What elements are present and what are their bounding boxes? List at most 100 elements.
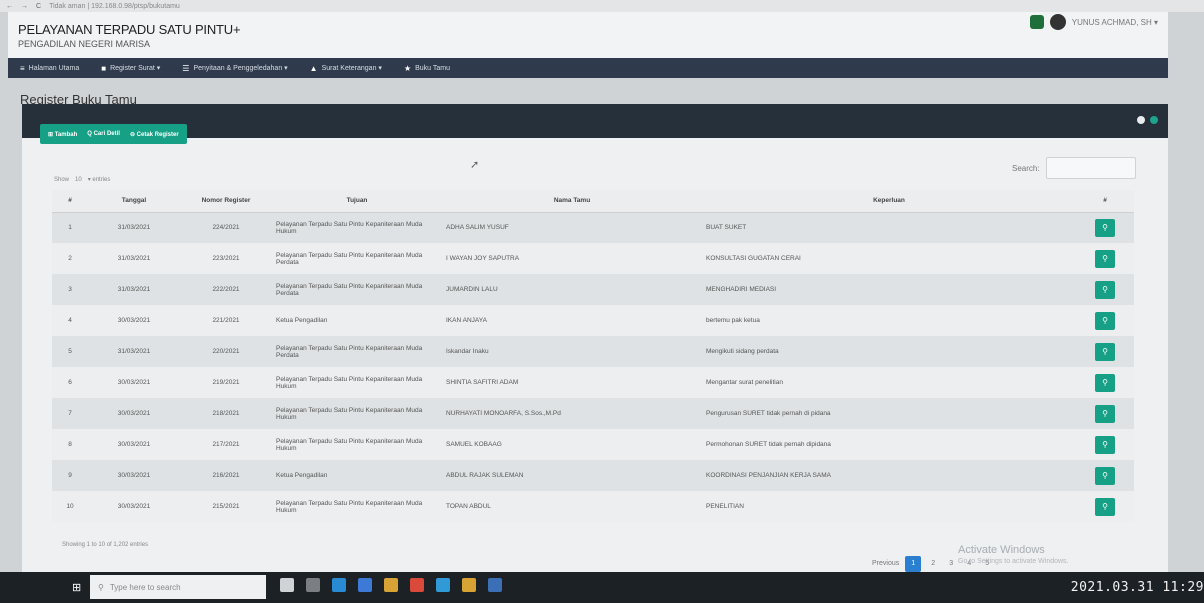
address-bar[interactable]: Tidak aman | 192.168.0.98/ptsp/bukutamu	[49, 3, 180, 10]
show-entries-control: Show 10 ▾ entries	[54, 176, 110, 184]
nav-item-register-surat[interactable]: ■ Register Surat ▾	[101, 64, 160, 73]
table-row: 5 31/03/2021 220/2021 Pelayanan Terpadu …	[52, 336, 1134, 367]
view-detail-button[interactable]: ⚲	[1095, 404, 1115, 423]
search-label: Search:	[1012, 164, 1040, 173]
nav-label: Halaman Utama	[28, 64, 80, 72]
cell-no: 9	[52, 460, 88, 491]
cell-tujuan: Pelayanan Terpadu Satu Pintu Kepaniteraa…	[272, 429, 442, 460]
cell-keperluan: BUAT SUKET	[702, 212, 1076, 243]
app-window-icon[interactable]	[488, 578, 502, 592]
print-register-button[interactable]: ⊖ Cetak Register	[130, 131, 179, 138]
cell-nama: SAMUEL KOBAAG	[442, 429, 702, 460]
cell-nomor: 217/2021	[180, 429, 272, 460]
cell-tujuan: Pelayanan Terpadu Satu Pintu Kepaniteraa…	[272, 367, 442, 398]
cell-action: ⚲	[1076, 336, 1134, 367]
view-detail-button[interactable]: ⚲	[1095, 249, 1115, 268]
cell-keperluan: bertemu pak ketua	[702, 305, 1076, 336]
table-row: 2 31/03/2021 223/2021 Pelayanan Terpadu …	[52, 243, 1134, 274]
header-tanggal[interactable]: Tanggal	[88, 190, 180, 213]
reload-icon[interactable]: C	[36, 3, 41, 10]
view-detail-button[interactable]: ⚲	[1095, 373, 1115, 392]
cell-tujuan: Ketua Pengadilan	[272, 460, 442, 491]
cell-tujuan: Pelayanan Terpadu Satu Pintu Kepaniteraa…	[272, 491, 442, 522]
cell-nomor: 221/2021	[180, 305, 272, 336]
square-icon: ■	[101, 63, 107, 73]
view-detail-button[interactable]: ⚲	[1095, 218, 1115, 237]
pagination-page-2[interactable]: 2	[927, 557, 939, 571]
close-icon[interactable]	[1150, 116, 1158, 124]
edge-icon[interactable]	[332, 578, 346, 592]
cell-nama: SHINTIA SAFITRI ADAM	[442, 367, 702, 398]
cell-tanggal: 31/03/2021	[88, 243, 180, 274]
cell-nomor: 224/2021	[180, 212, 272, 243]
pagination-previous[interactable]: Previous	[872, 557, 899, 571]
cell-tanggal: 30/03/2021	[88, 398, 180, 429]
chrome-icon[interactable]	[462, 578, 476, 592]
taskbar-clock[interactable]: 2021.03.31 11:29	[1071, 580, 1204, 595]
cell-tujuan: Pelayanan Terpadu Satu Pintu Kepaniteraa…	[272, 274, 442, 305]
cell-no: 8	[52, 429, 88, 460]
cell-keperluan: Pengurusan SURET tidak pernah di pidana	[702, 398, 1076, 429]
cell-keperluan: KOORDINASI PENJANJIAN KERJA SAMA	[702, 460, 1076, 491]
app-title[interactable]: PELAYANAN TERPADU SATU PINTU+	[18, 22, 241, 37]
mouse-cursor-icon: ➚	[470, 159, 480, 171]
table-row: 1 31/03/2021 224/2021 Pelayanan Terpadu …	[52, 212, 1134, 243]
browser-toolbar: ← → C Tidak aman | 192.168.0.98/ptsp/buk…	[0, 0, 1204, 12]
firefox-icon[interactable]	[410, 578, 424, 592]
view-detail-button[interactable]: ⚲	[1095, 311, 1115, 330]
pagination-page-3[interactable]: 3	[945, 557, 957, 571]
mail-icon[interactable]	[436, 578, 450, 592]
cell-action: ⚲	[1076, 212, 1134, 243]
cell-keperluan: MENGHADIRI MEDIASI	[702, 274, 1076, 305]
nav-item-penyitaan[interactable]: ☰ Penyitaan & Penggeledahan ▾	[182, 64, 287, 73]
header-keperluan[interactable]: Keperluan	[702, 190, 1076, 213]
view-detail-button[interactable]: ⚲	[1095, 342, 1115, 361]
user-menu[interactable]: YUNUS ACHMAD, SH ▾	[1072, 18, 1158, 27]
header-nomor-register[interactable]: Nomor Register	[180, 190, 272, 213]
cell-no: 2	[52, 243, 88, 274]
cell-nama: ABDUL RAJAK SULEMAN	[442, 460, 702, 491]
store-icon[interactable]	[384, 578, 398, 592]
search-input[interactable]	[1046, 157, 1136, 179]
back-icon[interactable]: ←	[6, 3, 13, 10]
main-navbar: ≡ Halaman Utama ■ Register Surat ▾ ☰ Pen…	[8, 58, 1168, 78]
guestbook-table: # Tanggal Nomor Register Tujuan Nama Tam…	[52, 190, 1134, 522]
add-button[interactable]: ⊞ Tambah	[48, 131, 77, 138]
nav-item-home[interactable]: ≡ Halaman Utama	[20, 64, 79, 73]
search-detail-button[interactable]: Q Cari Detil	[87, 131, 120, 137]
table-row: 8 30/03/2021 217/2021 Pelayanan Terpadu …	[52, 429, 1134, 460]
cell-keperluan: Mengikuti sidang perdata	[702, 336, 1076, 367]
view-detail-button[interactable]: ⚲	[1095, 280, 1115, 299]
taskbar-search-box[interactable]: ⚲ Type here to search	[90, 575, 266, 599]
explorer-icon[interactable]	[358, 578, 372, 592]
table-header-row: # Tanggal Nomor Register Tujuan Nama Tam…	[52, 190, 1134, 213]
cortana-icon[interactable]	[280, 578, 294, 592]
cell-tanggal: 30/03/2021	[88, 491, 180, 522]
table-row: 10 30/03/2021 215/2021 Pelayanan Terpadu…	[52, 491, 1134, 522]
avatar[interactable]	[1049, 14, 1066, 30]
windows-start-icon[interactable]: ⊞	[72, 581, 81, 594]
view-detail-button[interactable]: ⚲	[1095, 435, 1115, 454]
nav-item-buku-tamu[interactable]: ★ Buku Tamu	[404, 64, 450, 73]
view-detail-button[interactable]: ⚲	[1095, 466, 1115, 485]
entries-length-select[interactable]: 10	[75, 177, 82, 183]
cell-nama: TOPAN ABDUL	[442, 491, 702, 522]
cell-keperluan: KONSULTASI GUGATAN CERAI	[702, 243, 1076, 274]
forward-icon[interactable]: →	[21, 3, 28, 10]
header-tujuan[interactable]: Tujuan	[272, 190, 442, 213]
cell-tanggal: 30/03/2021	[88, 305, 180, 336]
show-label: Show	[54, 176, 70, 183]
collapse-icon[interactable]	[1137, 116, 1145, 124]
pagination-page-1[interactable]: 1	[905, 556, 922, 572]
cell-tujuan: Pelayanan Terpadu Satu Pintu Kepaniteraa…	[272, 212, 442, 243]
view-detail-button[interactable]: ⚲	[1095, 497, 1115, 516]
header-no[interactable]: #	[52, 190, 88, 213]
table-body: 1 31/03/2021 224/2021 Pelayanan Terpadu …	[52, 212, 1134, 522]
logo-icon	[1029, 15, 1044, 29]
task-view-icon[interactable]	[306, 578, 320, 592]
header-nama-tamu[interactable]: Nama Tamu	[442, 190, 702, 213]
panel-header	[22, 104, 1168, 138]
nav-item-surat-keterangan[interactable]: ▲ Surat Keterangan ▾	[310, 64, 382, 73]
header-user-area: YUNUS ACHMAD, SH ▾	[1029, 14, 1158, 30]
nav-label: Buku Tamu	[415, 64, 450, 72]
